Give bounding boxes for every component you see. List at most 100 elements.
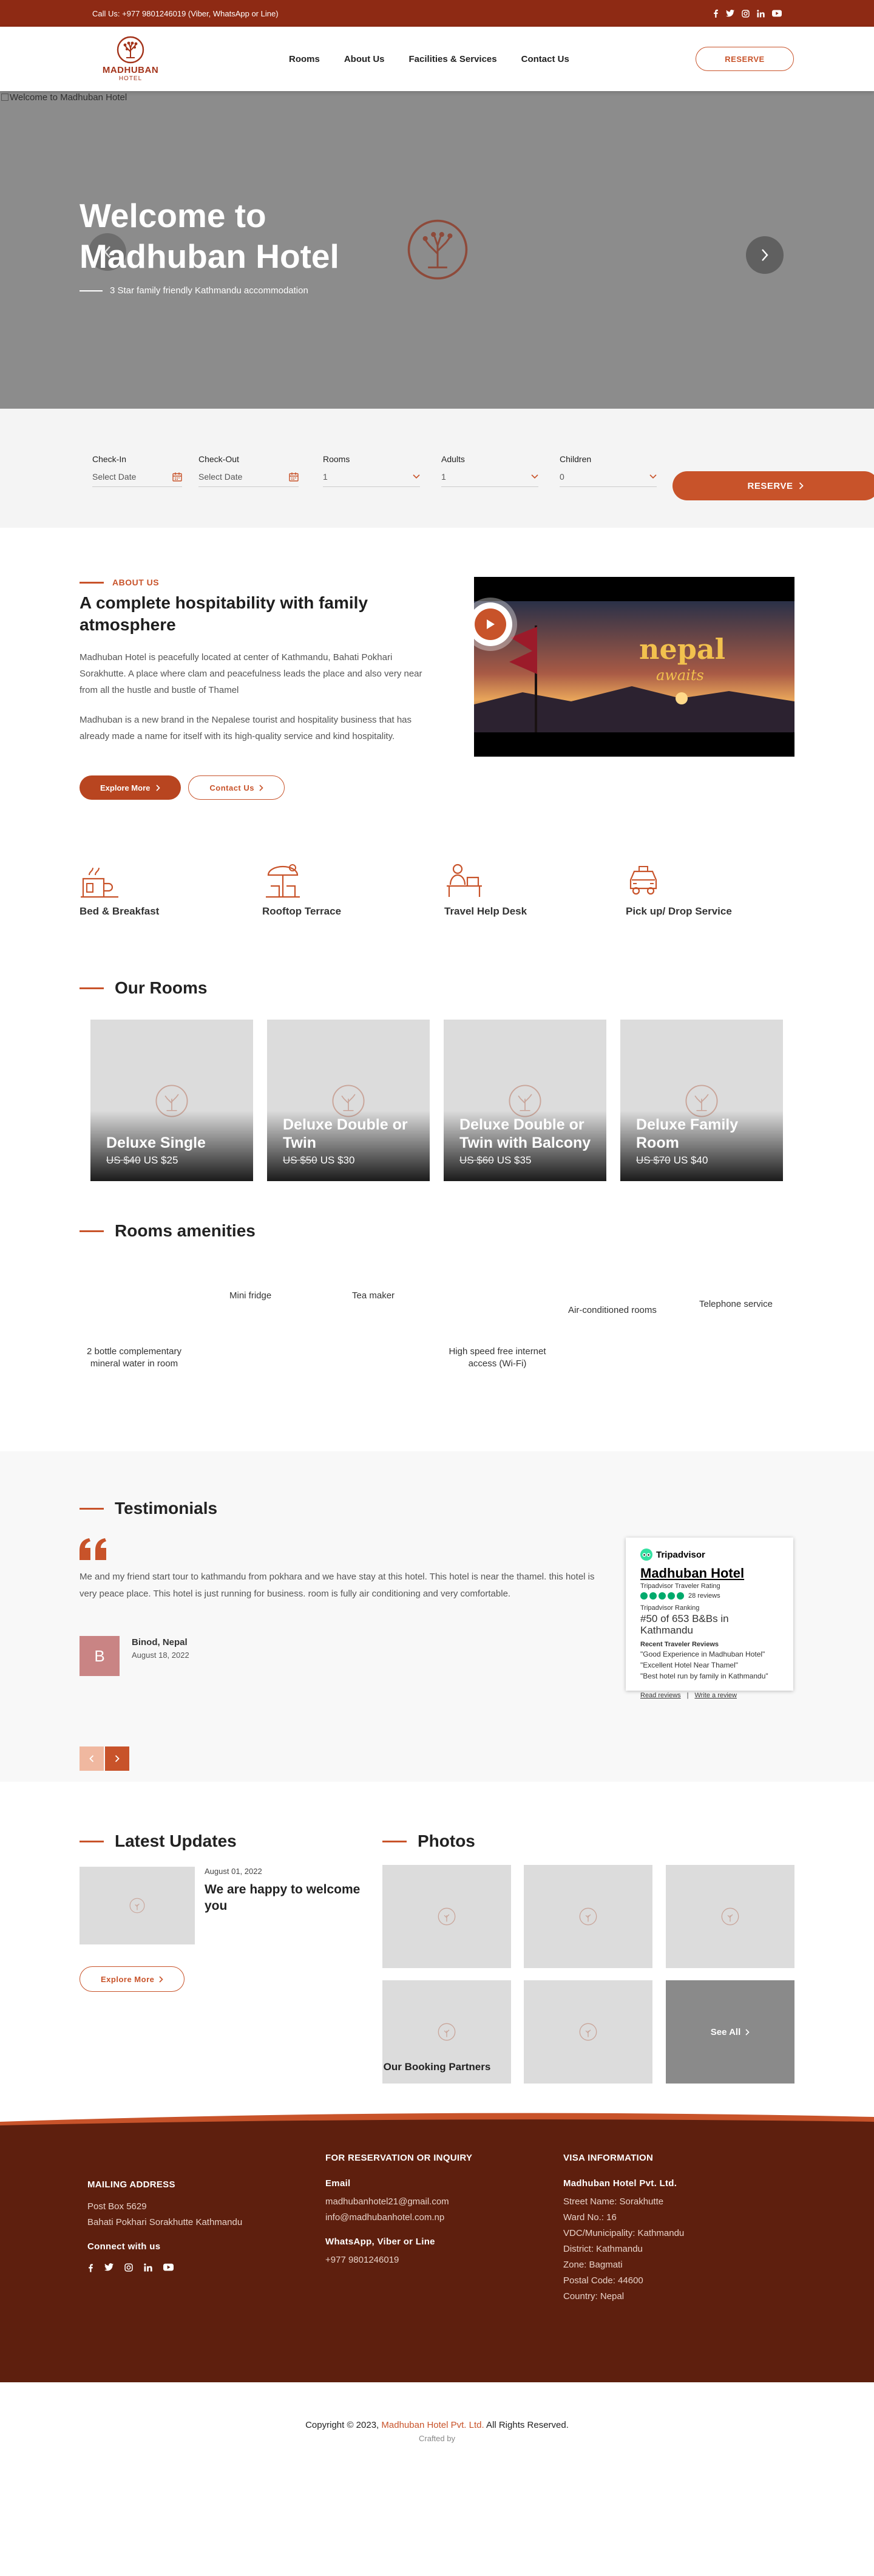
copyright-bar: Copyright © 2023, Madhuban Hotel Pvt. Lt… [0, 2382, 874, 2455]
review-quote[interactable]: "Excellent Hotel Near Thamel" [640, 1661, 779, 1670]
tripadvisor-logo[interactable]: Tripadvisor [640, 1549, 779, 1561]
header-reserve-button[interactable]: RESERVE [696, 47, 794, 71]
review-quote[interactable]: "Good Experience in Madhuban Hotel" [640, 1650, 779, 1659]
room-price: US $50 US $30 [283, 1154, 355, 1166]
video-title-awaits: awaits [656, 667, 704, 684]
post-date: August 01, 2022 [205, 1867, 262, 1876]
contact-phone[interactable]: Call Us: +977 9801246019 (Viber, WhatsAp… [92, 9, 279, 18]
contact-us-button[interactable]: Contact Us [188, 775, 285, 800]
rating-label: Tripadvisor Traveler Rating [640, 1583, 720, 1590]
checkout-field[interactable]: Check-Out Select Date [198, 454, 299, 487]
adults-select[interactable]: Adults 1 [441, 454, 538, 487]
tree-logo-icon [406, 218, 469, 281]
write-review-link[interactable]: Write a review [695, 1692, 737, 1699]
twitter-icon[interactable] [104, 2263, 113, 2272]
nav-facilities-services[interactable]: Facilities & Services [409, 54, 497, 64]
phone-link[interactable]: +977 9801246019 [325, 2252, 472, 2268]
children-select[interactable]: Children 0 [560, 454, 657, 487]
about-section: ABOUT US A complete hospitability with f… [0, 528, 874, 843]
linkedin-icon[interactable] [757, 9, 765, 18]
email-link[interactable]: info@madhubanhotel.com.np [325, 2210, 472, 2226]
copyright-text: Copyright © 2023, Madhuban Hotel Pvt. Lt… [305, 2420, 569, 2430]
rooms-heading: Our Rooms [80, 978, 207, 998]
room-card[interactable]: Deluxe Double or Twin US $50 US $30 [267, 1020, 430, 1181]
amenity-item: Tea maker [352, 1290, 395, 1301]
post-title[interactable]: We are happy to welcome you [205, 1881, 362, 1914]
room-card[interactable]: Deluxe Family Room US $70 US $40 [620, 1020, 783, 1181]
amenity-item: High speed free internet access (Wi-Fi) [449, 1346, 546, 1369]
testimonials-heading: Testimonials [80, 1499, 217, 1518]
about-buttons: Explore More Contact Us [80, 775, 285, 800]
tree-logo-icon [117, 36, 144, 64]
checkin-field[interactable]: Check-In Select Date [92, 454, 182, 487]
help-desk-icon [447, 864, 482, 897]
checkin-value[interactable]: Select Date [92, 472, 136, 482]
email-label: Email [325, 2178, 351, 2189]
gallery-photo[interactable] [666, 1865, 794, 1968]
gallery-photo[interactable] [524, 1865, 652, 1968]
hero-slider: Welcome to Madhuban Hotel Welcome to Mad… [0, 91, 874, 409]
post-thumbnail[interactable] [80, 1867, 195, 1944]
chevron-down-icon [531, 474, 538, 479]
play-icon [487, 619, 495, 629]
review-count[interactable]: 28 reviews [688, 1592, 720, 1600]
site-footer: MAILING ADDRESS Post Box 5629 Bahati Pok… [0, 2128, 874, 2382]
adults-value: 1 [441, 472, 446, 482]
chevron-right-icon [745, 2028, 750, 2036]
updates-heading: Latest Updates [80, 1831, 237, 1851]
chevron-right-icon [159, 1975, 163, 1983]
youtube-icon[interactable] [163, 2263, 174, 2272]
social-links [713, 9, 782, 18]
service-label: Pick up/ Drop Service [626, 905, 732, 917]
youtube-icon[interactable] [772, 10, 782, 17]
instagram-icon[interactable] [742, 9, 750, 18]
services-row: Bed & Breakfast Rooftop Terrace Travel H… [0, 843, 874, 958]
next-testimonial-button[interactable] [105, 1746, 129, 1771]
linkedin-icon[interactable] [144, 2263, 152, 2272]
facebook-icon[interactable] [713, 9, 719, 18]
copyright-brand-link[interactable]: Madhuban Hotel Pvt. Ltd. [381, 2420, 484, 2430]
image-placeholder-icon [438, 1907, 456, 1926]
read-reviews-link[interactable]: Read reviews [640, 1692, 681, 1699]
instagram-icon[interactable] [124, 2263, 133, 2272]
chevron-down-icon [649, 474, 657, 479]
rooms-value: 1 [323, 472, 328, 482]
intro-video[interactable]: nepal awaits [474, 577, 794, 757]
nav-rooms[interactable]: Rooms [289, 54, 320, 64]
footer-wave [0, 2110, 874, 2128]
tripadvisor-owl-icon [640, 1549, 652, 1561]
service-rooftop-terrace: Rooftop Terrace [262, 862, 402, 918]
mailing-heading: MAILING ADDRESS [87, 2179, 175, 2190]
checkout-value[interactable]: Select Date [198, 472, 242, 482]
checkout-label: Check-Out [198, 454, 239, 464]
room-card[interactable]: Deluxe Single US $40 US $25 [90, 1020, 253, 1181]
main-nav: Rooms About Us Facilities & Services Con… [289, 54, 569, 64]
gallery-photo[interactable] [382, 1865, 511, 1968]
nav-about-us[interactable]: About Us [344, 54, 385, 64]
updates-explore-button[interactable]: Explore More [80, 1966, 185, 1992]
service-label: Bed & Breakfast [80, 905, 160, 917]
logo-name: MADHUBAN [102, 65, 159, 75]
hero-next-button[interactable] [746, 236, 784, 274]
explore-more-button[interactable]: Explore More [80, 775, 181, 800]
avatar: B [80, 1636, 120, 1676]
tripadvisor-hotel-name[interactable]: Madhuban Hotel [640, 1566, 779, 1581]
hotel-logo[interactable]: MADHUBAN HOTEL [97, 36, 164, 82]
whatsapp-label: WhatsApp, Viber or Line [325, 2237, 435, 2247]
twitter-icon[interactable] [726, 10, 734, 17]
booking-reserve-button[interactable]: RESERVE [672, 471, 874, 500]
hero-subtitle: 3 Star family friendly Kathmandu accommo… [80, 285, 308, 296]
chevron-right-icon [156, 784, 160, 791]
review-quote[interactable]: "Best hotel run by family in Kathmandu" [640, 1672, 779, 1681]
company-name: Madhuban Hotel Pvt. Ltd. [563, 2178, 677, 2189]
prev-testimonial-button[interactable] [80, 1746, 104, 1771]
service-label: Travel Help Desk [444, 905, 527, 917]
email-link[interactable]: madhubanhotel21@gmail.com [325, 2194, 472, 2210]
visa-line: Postal Code: 44600 [563, 2275, 643, 2286]
nav-contact-us[interactable]: Contact Us [521, 54, 569, 64]
facebook-icon[interactable] [87, 2263, 93, 2272]
connect-heading: Connect with us [87, 2241, 161, 2252]
rooms-select[interactable]: Rooms 1 [323, 454, 420, 487]
room-card[interactable]: Deluxe Double or Twin with Balcony US $6… [444, 1020, 606, 1181]
room-name: Deluxe Double or Twin with Balcony [459, 1116, 591, 1151]
